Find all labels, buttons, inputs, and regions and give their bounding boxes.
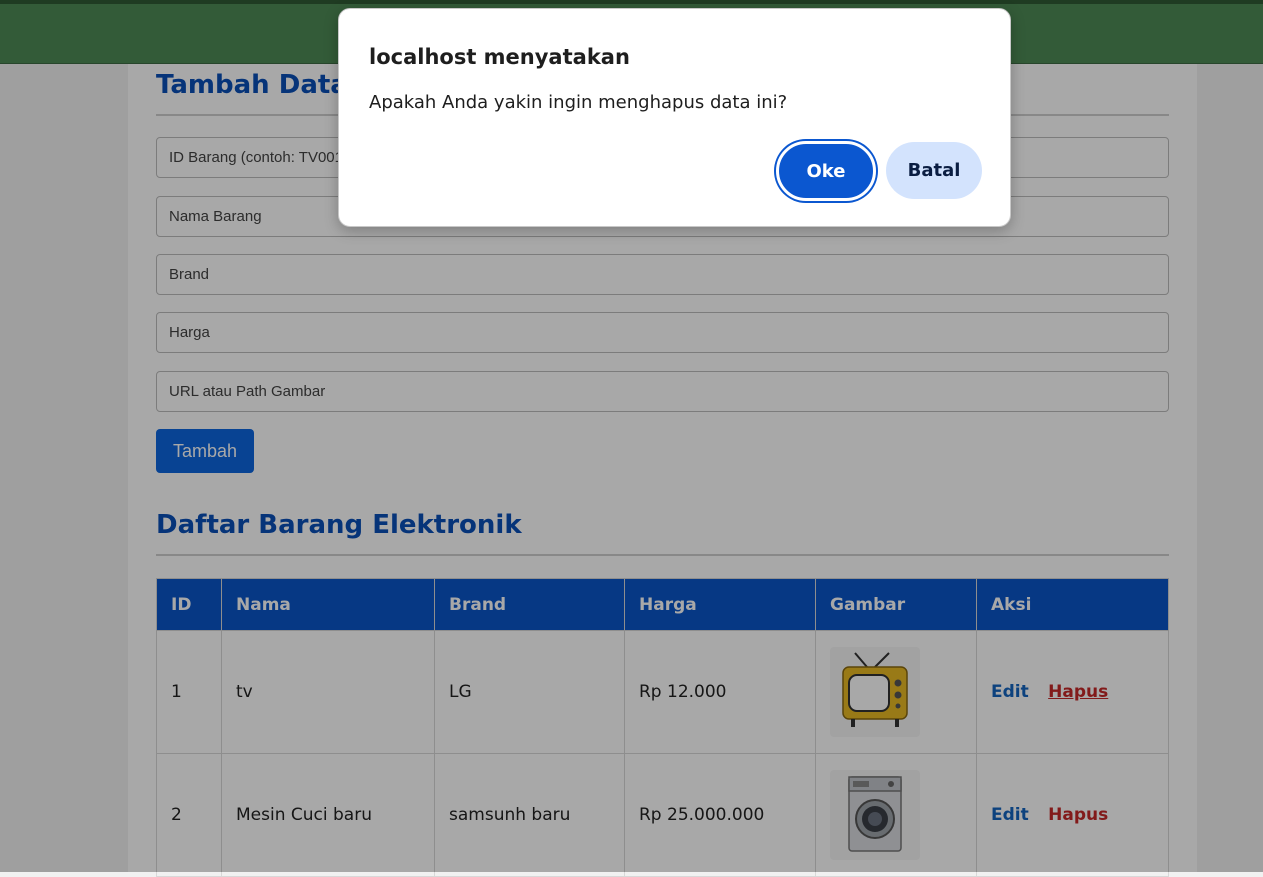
oke-button[interactable]: Oke [776, 141, 876, 201]
dialog-message: Apakah Anda yakin ingin menghapus data i… [369, 92, 788, 113]
batal-button[interactable]: Batal [886, 142, 982, 199]
confirm-dialog: localhost menyatakan Apakah Anda yakin i… [338, 8, 1011, 227]
dialog-title: localhost menyatakan [369, 45, 630, 69]
